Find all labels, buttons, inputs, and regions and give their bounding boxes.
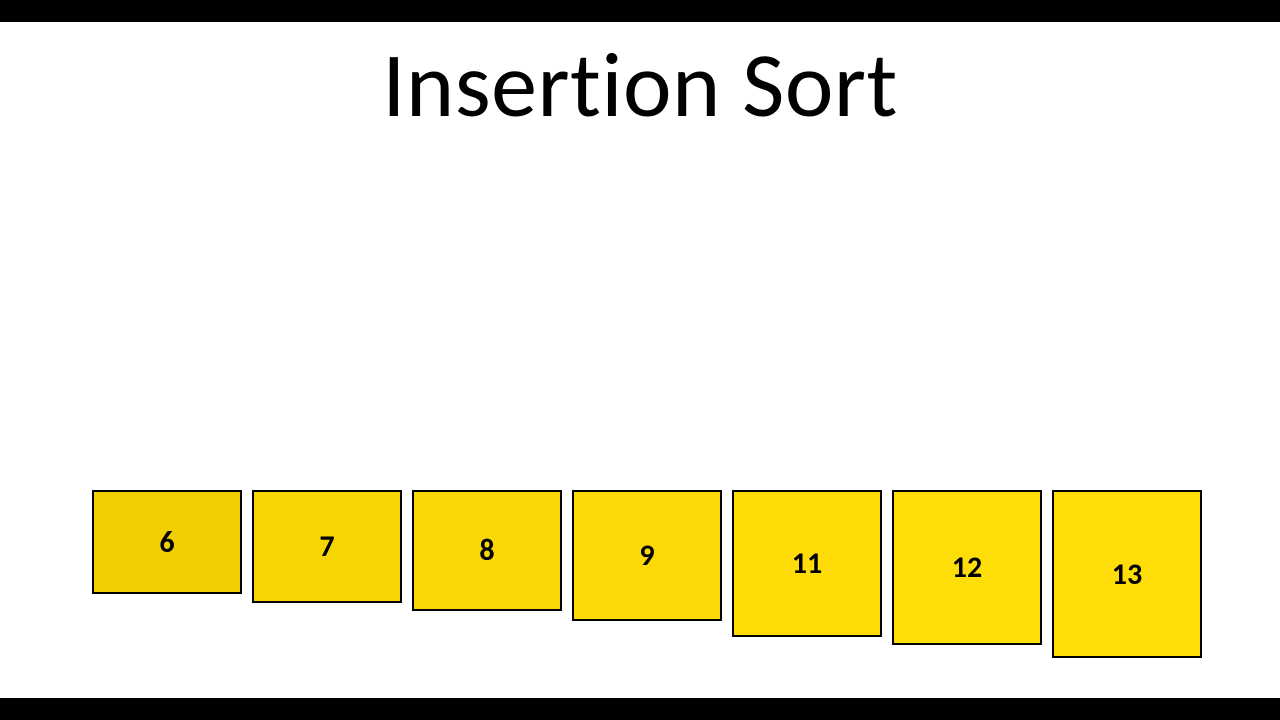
array-element: 9: [572, 490, 722, 621]
array-value: 9: [639, 537, 654, 574]
slide-title: Insertion Sort: [0, 28, 1280, 141]
array-element: 11: [732, 490, 882, 637]
letterbox-bottom: [0, 698, 1280, 720]
array-element: 8: [412, 490, 562, 611]
array-element: 6: [92, 490, 242, 594]
array-value: 6: [159, 524, 174, 561]
array-value: 8: [479, 532, 494, 569]
array-element: 7: [252, 490, 402, 603]
array-value: 7: [319, 528, 334, 565]
array-element: 13: [1052, 490, 1202, 658]
array-element: 12: [892, 490, 1042, 645]
array-value: 13: [1112, 556, 1142, 593]
array-value: 12: [952, 549, 982, 586]
letterbox-top: [0, 0, 1280, 22]
array-value: 11: [792, 545, 822, 582]
